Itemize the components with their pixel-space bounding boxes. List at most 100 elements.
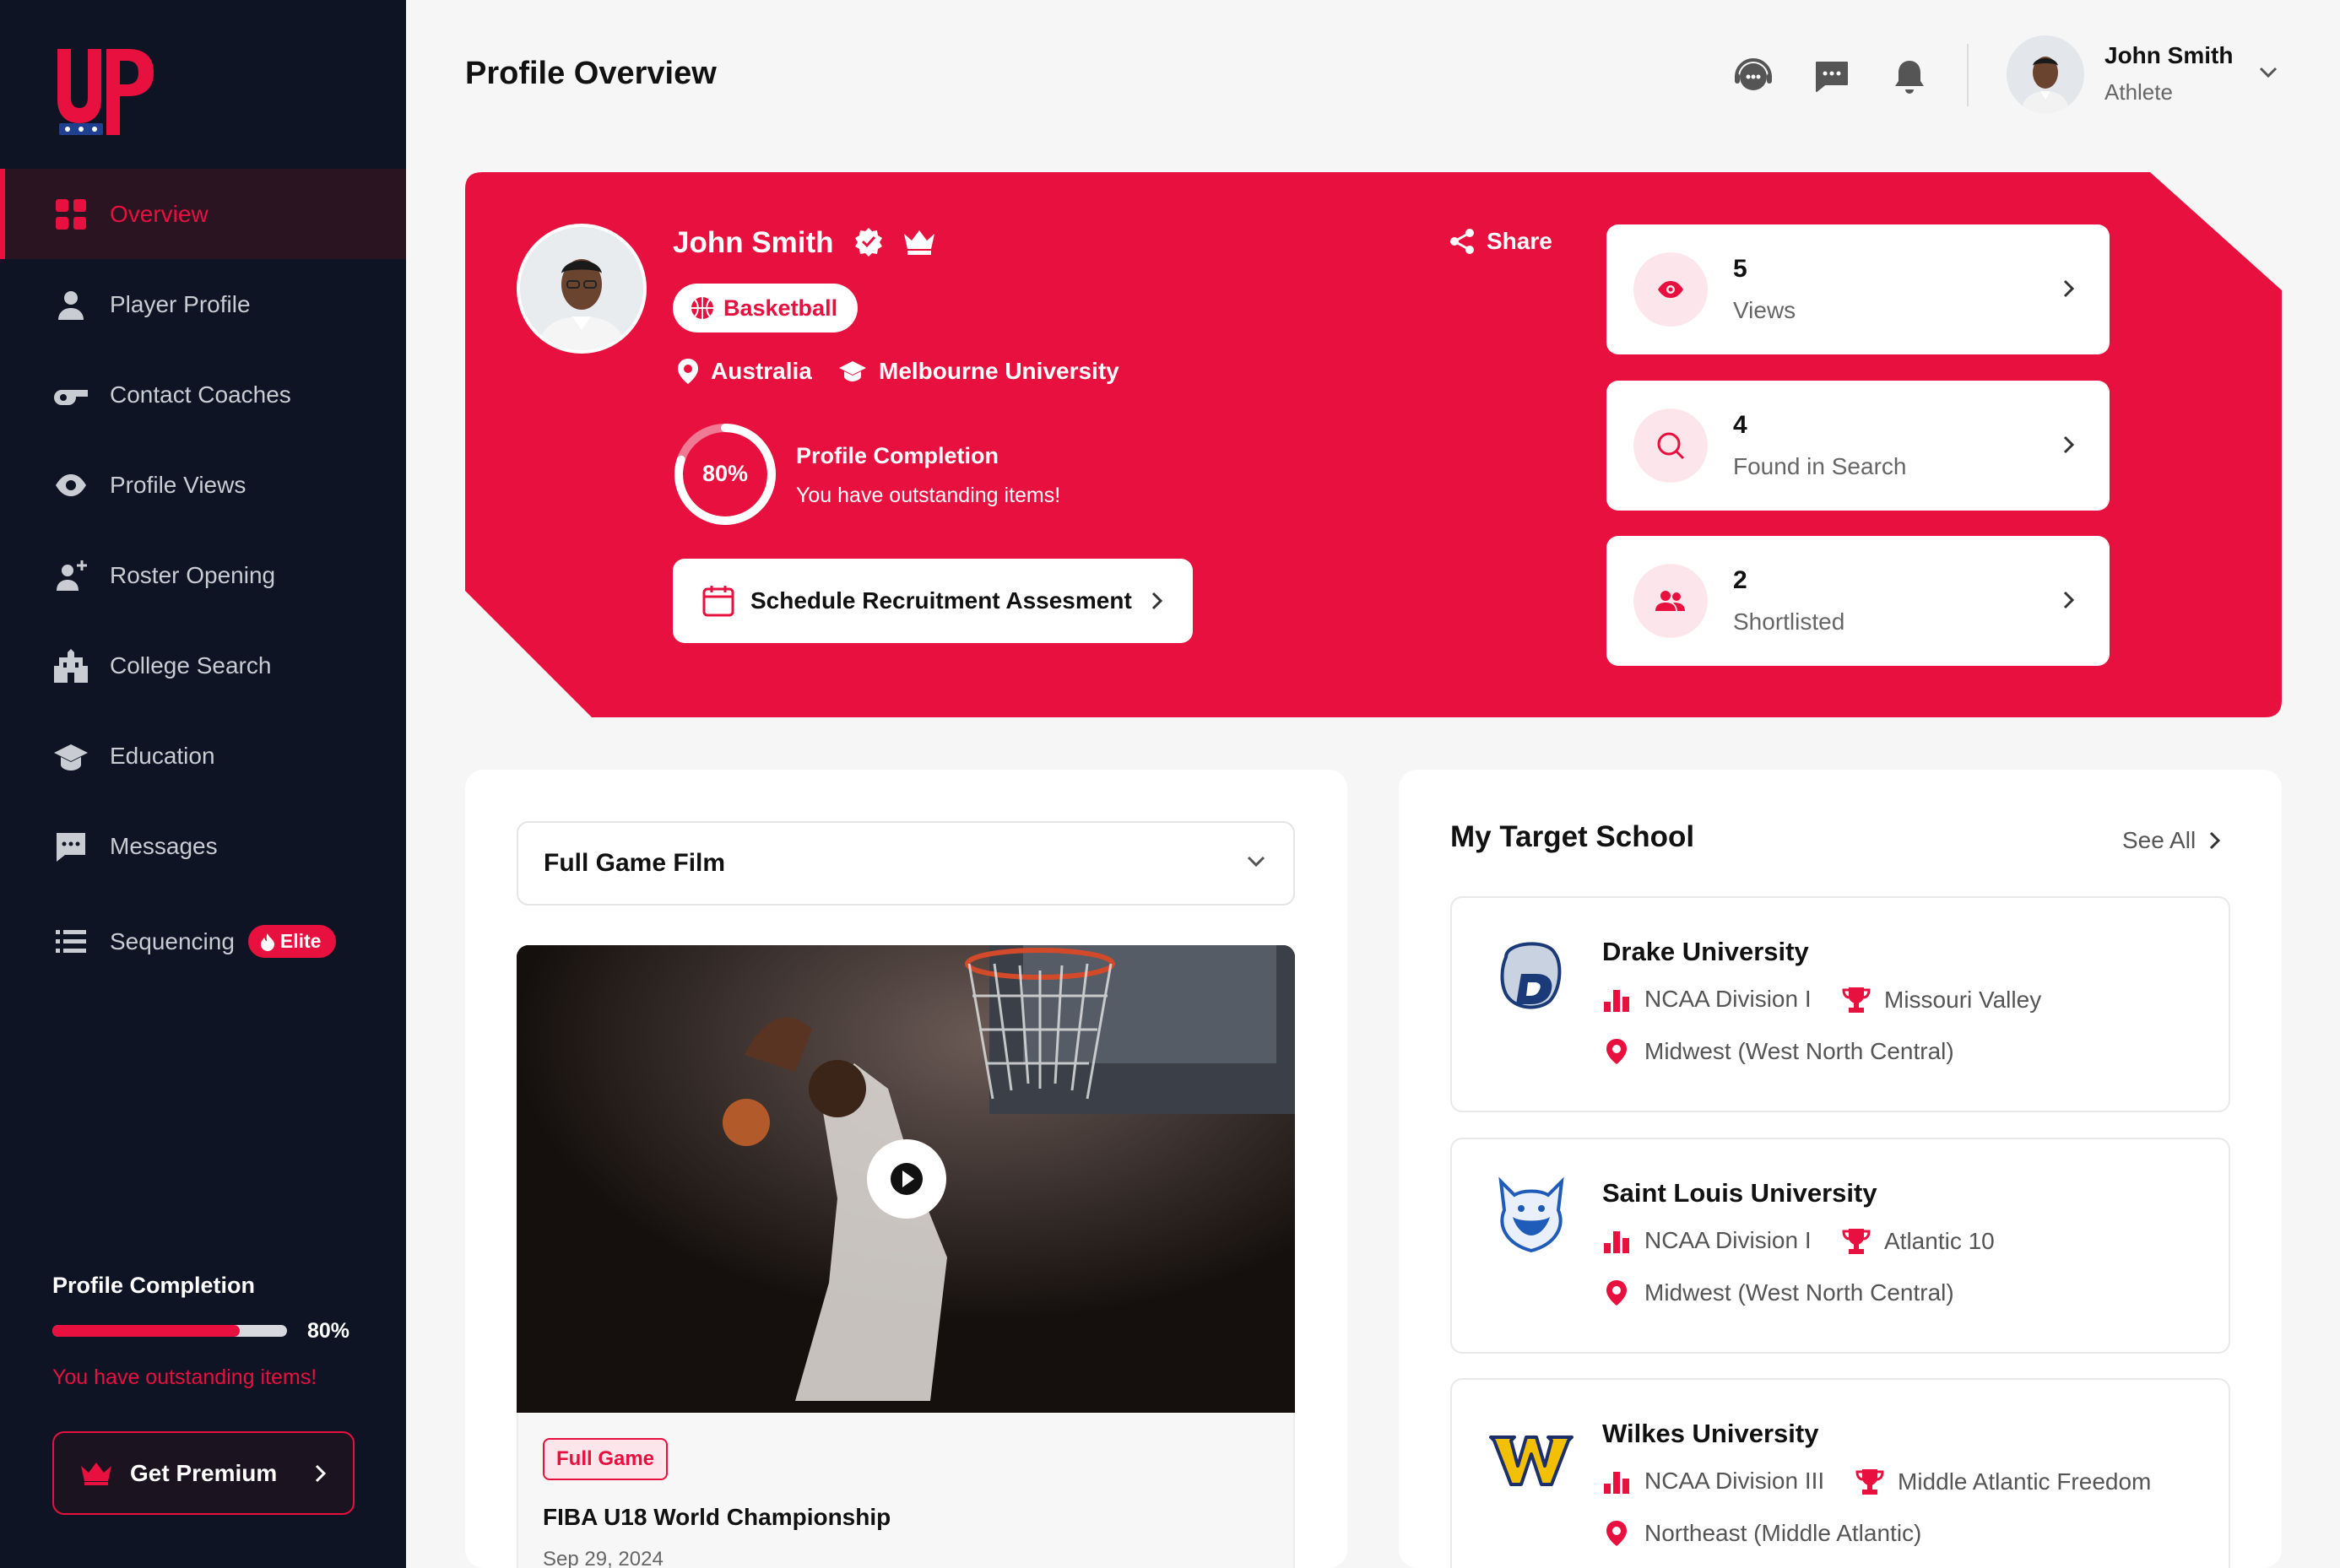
stat-card-views[interactable]: 5 Views — [1606, 224, 2110, 354]
film-title[interactable]: FIBA U18 World Championship — [543, 1504, 891, 1531]
university: Melbourne University — [838, 358, 1119, 385]
stat-card-shortlisted[interactable]: 2 Shortlisted — [1606, 536, 2110, 666]
trophy-icon — [1842, 987, 1871, 1013]
trophy-icon — [1855, 1469, 1884, 1495]
school-name: Wilkes University — [1602, 1419, 1819, 1448]
stat-card-found-in-search[interactable]: 4 Found in Search — [1606, 381, 2110, 511]
target-school-title: My Target School — [1450, 820, 1695, 853]
location-pin-icon — [1606, 1280, 1627, 1306]
sport-badge: Basketball — [673, 284, 859, 333]
get-premium-label: Get Premium — [130, 1459, 278, 1486]
message-icon[interactable] — [1811, 56, 1853, 98]
app-logo[interactable] — [54, 42, 155, 143]
sidebar-item-college-search[interactable]: College Search — [0, 620, 406, 711]
stat-value: 2 — [1733, 566, 1747, 594]
eye-icon — [1633, 252, 1708, 327]
people-icon — [1633, 564, 1708, 638]
sidebar-item-label: Roster Opening — [110, 561, 276, 588]
bulldog-logo — [1489, 932, 1574, 1016]
sidebar-item-sequencing[interactable]: Sequencing Elite — [0, 896, 406, 987]
completion-ring-percent: 80% — [701, 461, 749, 486]
film-tag: Full Game — [543, 1438, 669, 1480]
bar-chart-icon — [1604, 1472, 1629, 1494]
school-conference: Middle Atlantic Freedom — [1855, 1468, 2151, 1496]
share-icon — [1450, 229, 1474, 254]
school-region: Midwest (West North Central) — [1602, 1279, 1954, 1306]
avatar[interactable] — [2007, 35, 2084, 113]
chevron-right-icon — [315, 1464, 327, 1483]
bar-chart-icon — [1604, 990, 1629, 1012]
sidebar-completion-bar-fill — [52, 1325, 241, 1337]
location: Australia — [677, 358, 812, 385]
chat-icon — [52, 828, 89, 865]
sidebar-item-label: Contact Coaches — [110, 381, 291, 408]
school-division: NCAA Division I — [1602, 1227, 1812, 1254]
school-card-wilkes[interactable]: Wilkes University NCAA Division III Midd… — [1450, 1378, 2230, 1568]
person-add-icon — [52, 557, 89, 594]
sidebar-item-education[interactable]: Education — [0, 711, 406, 801]
school-card-drake[interactable]: Drake University NCAA Division I Missour… — [1450, 896, 2230, 1112]
schedule-assessment-label: Schedule Recruitment Assesment — [750, 587, 1132, 614]
sidebar-item-label: College Search — [110, 652, 272, 679]
school-name: Drake University — [1602, 937, 1809, 966]
billiken-logo — [1489, 1173, 1574, 1257]
crown-icon — [81, 1462, 111, 1485]
stat-label: Shortlisted — [1733, 608, 1845, 635]
sidebar-item-roster-opening[interactable]: Roster Opening — [0, 530, 406, 620]
school-conference: Missouri Valley — [1842, 986, 2041, 1014]
header-divider — [1967, 44, 1969, 106]
graduation-cap-icon — [52, 738, 89, 775]
user-role: Athlete — [2104, 79, 2173, 105]
stat-value: 4 — [1733, 411, 1747, 439]
play-button[interactable] — [867, 1139, 946, 1219]
sidebar-item-overview[interactable]: Overview — [0, 169, 406, 259]
sidebar-item-contact-coaches[interactable]: Contact Coaches — [0, 349, 406, 440]
location-pin-icon — [1606, 1039, 1627, 1064]
chevron-right-icon — [2063, 591, 2075, 609]
w-logo — [1489, 1414, 1574, 1498]
get-premium-button[interactable]: Get Premium — [52, 1431, 355, 1515]
sidebar-item-label: Player Profile — [110, 290, 251, 317]
video-info — [517, 1413, 1295, 1568]
list-icon — [52, 923, 89, 960]
user-name[interactable]: John Smith — [2104, 42, 2233, 69]
stat-label: Views — [1733, 297, 1796, 323]
stat-label: Found in Search — [1733, 453, 1907, 479]
sidebar-item-player-profile[interactable]: Player Profile — [0, 259, 406, 349]
grid-icon — [52, 196, 89, 233]
stat-value: 5 — [1733, 255, 1747, 283]
film-type-value: Full Game Film — [544, 849, 726, 877]
school-division: NCAA Division I — [1602, 986, 1812, 1013]
school-division: NCAA Division III — [1602, 1468, 1824, 1495]
sidebar-item-profile-views[interactable]: Profile Views — [0, 440, 406, 530]
school-conference: Atlantic 10 — [1842, 1227, 1995, 1256]
sidebar-item-messages[interactable]: Messages — [0, 801, 406, 891]
film-date: Sep 29, 2024 — [543, 1548, 664, 1568]
sidebar-item-label: Sequencing — [110, 927, 235, 954]
location-pin-icon — [1606, 1521, 1627, 1546]
sidebar-completion-bar — [52, 1325, 287, 1337]
chevron-right-icon — [2063, 435, 2075, 454]
bar-chart-icon — [1604, 1231, 1629, 1253]
see-all-link[interactable]: See All — [2122, 827, 2221, 854]
page-title: Profile Overview — [465, 56, 717, 91]
graduation-cap-icon — [839, 361, 866, 381]
film-type-select[interactable]: Full Game Film — [517, 821, 1295, 906]
verified-badge-icon — [855, 228, 883, 257]
school-name: Saint Louis University — [1602, 1178, 1877, 1208]
support-chat-icon[interactable] — [1732, 56, 1774, 98]
sidebar-item-label: Overview — [110, 200, 209, 227]
share-button[interactable]: Share — [1449, 228, 1552, 255]
bell-icon[interactable] — [1888, 56, 1931, 98]
chevron-right-icon — [2210, 831, 2221, 850]
schedule-assessment-button[interactable]: Schedule Recruitment Assesment — [673, 559, 1193, 643]
athlete-name: John Smith — [673, 226, 936, 260]
school-region: Midwest (West North Central) — [1602, 1038, 1954, 1065]
location-pin-icon — [678, 359, 698, 384]
chevron-right-icon — [2063, 279, 2075, 298]
sidebar-completion-message: You have outstanding items! — [52, 1365, 317, 1389]
play-icon — [891, 1163, 923, 1195]
school-card-saint-louis[interactable]: Saint Louis University NCAA Division I A… — [1450, 1138, 2230, 1354]
school-region: Northeast (Middle Atlantic) — [1602, 1520, 1921, 1547]
chevron-down-icon[interactable] — [2256, 64, 2280, 81]
